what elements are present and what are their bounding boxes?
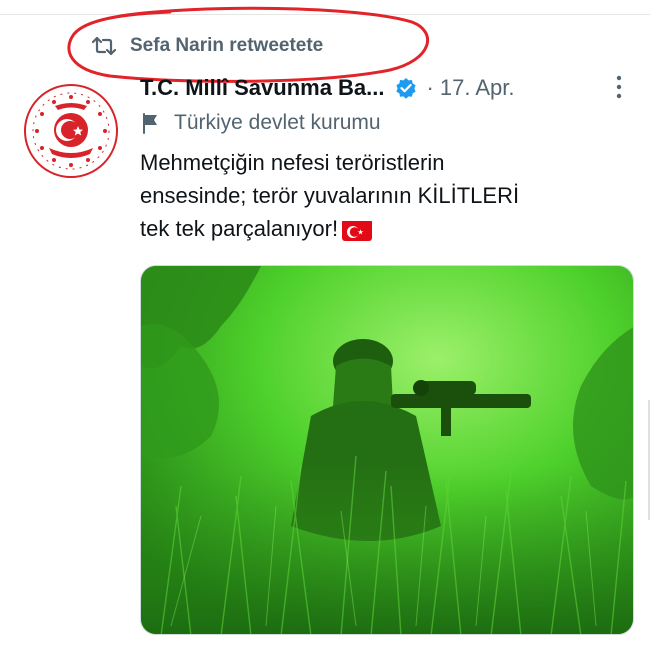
- night-vision-soldier-image: [141, 266, 633, 634]
- separator-dot: ·: [426, 75, 434, 100]
- author-row: T.C. Millî Savunma Ba... · 17. Apr.: [140, 72, 640, 104]
- author-name[interactable]: T.C. Millî Savunma Ba...: [140, 75, 385, 101]
- tweet-line-last: tek tek parçalanıyor!: [140, 212, 630, 245]
- government-label-text: Türkiye devlet kurumu: [174, 111, 381, 134]
- more-options-icon[interactable]: [612, 74, 626, 100]
- tweet-media-photo[interactable]: [140, 265, 634, 635]
- tweet-date[interactable]: 17. Apr.: [440, 75, 515, 101]
- tweet-line: ensesinde; terör yuvalarının KİLİTLERİ: [140, 183, 520, 208]
- tweet-text: Mehmetçiğin nefesi teröristlerin ensesin…: [140, 146, 630, 245]
- tweet-line: Mehmetçiğin nefesi teröristlerin: [140, 150, 445, 175]
- flag-icon: [143, 113, 157, 134]
- emblem-icon: [24, 84, 118, 178]
- turkey-flag-emoji: [342, 219, 373, 242]
- avatar[interactable]: [22, 82, 120, 180]
- government-label: Türkiye devlet kurumu: [140, 108, 381, 138]
- verified-badge-icon: [395, 78, 416, 99]
